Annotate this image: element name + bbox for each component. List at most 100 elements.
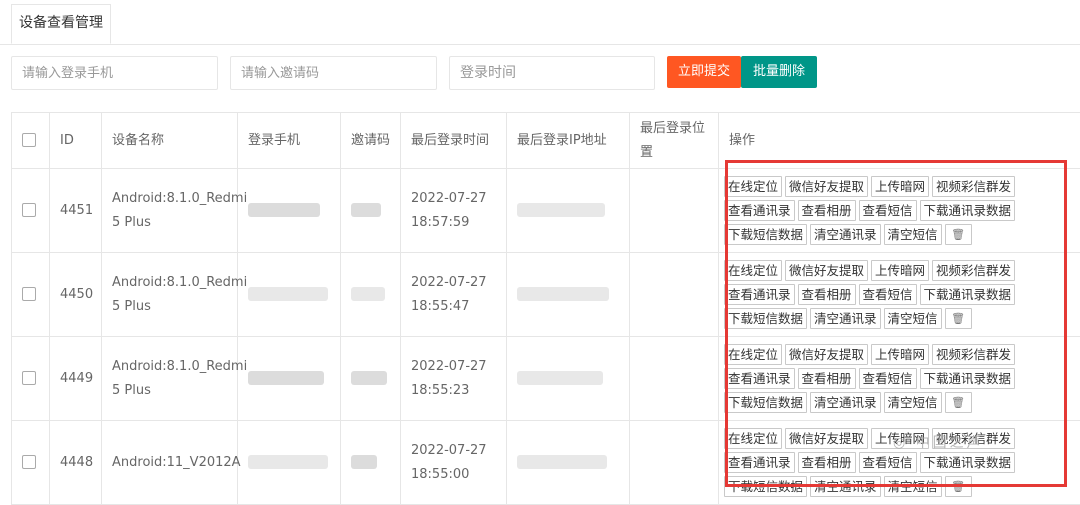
online-locate-button[interactable]: 在线定位 [724,260,782,281]
row-checkbox[interactable] [22,203,36,217]
delete-button[interactable]: 🗑 [945,476,972,497]
redacted-invite-code [351,203,381,217]
wechat-friends-button[interactable]: 微信好友提取 [785,428,868,449]
cell-id: 4450 [50,253,102,337]
view-sms-button[interactable]: 查看短信 [859,284,917,305]
bulk-delete-button[interactable]: 批量删除 [741,56,817,88]
cell-last-login-time: 2022-07-2718:55:47 [401,253,507,337]
view-contacts-button[interactable]: 查看通讯录 [724,284,795,305]
video-mms-button[interactable]: 视频彩信群发 [932,260,1015,281]
redacted-phone [248,203,320,217]
trash-icon: 🗑 [951,312,965,325]
download-sms-button[interactable]: 下载短信数据 [724,392,807,413]
table-row: 4449 Android:8.1.0_Redmi 5 Plus 2022-07-… [12,337,1080,421]
delete-button[interactable]: 🗑 [945,224,972,245]
header-last-login-time: 最后登录时间 [401,113,507,169]
invite-code-input[interactable] [230,56,437,90]
login-time-input[interactable] [449,56,655,90]
download-contacts-button[interactable]: 下载通讯录数据 [920,284,1016,305]
online-locate-button[interactable]: 在线定位 [724,428,782,449]
clear-sms-button[interactable]: 清空短信 [884,392,942,413]
download-sms-button[interactable]: 下载短信数据 [724,224,807,245]
clear-sms-button[interactable]: 清空短信 [884,224,942,245]
clear-contacts-button[interactable]: 清空通讯录 [810,392,881,413]
upload-darknet-button[interactable]: 上传暗网 [871,176,929,197]
cell-device-name: Android:8.1.0_Redmi 5 Plus [102,169,238,253]
trash-icon: 🗑 [951,228,965,241]
login-time: 18:55:47 [411,299,469,314]
cell-last-login-time: 2022-07-27 18:55:23 [401,337,507,421]
row-checkbox[interactable] [22,455,36,469]
submit-button[interactable]: 立即提交 [667,56,741,88]
view-album-button[interactable]: 查看相册 [798,284,856,305]
select-all-cell[interactable] [12,113,50,169]
clear-contacts-button[interactable]: 清空通讯录 [810,476,881,497]
table-row: 4450 Android:8.1.0_Redmi 5 Plus 2022-07-… [12,253,1080,337]
cell-device-name: Android:8.1.0_Redmi 5 Plus [102,253,238,337]
cell-id: 4449 [50,337,102,421]
clear-sms-button[interactable]: 清空短信 [884,476,942,497]
clear-contacts-button[interactable]: 清空通讯录 [810,308,881,329]
tab-device-management[interactable]: 设备查看管理 [11,4,111,44]
row-checkbox[interactable] [22,371,36,385]
online-locate-button[interactable]: 在线定位 [724,176,782,197]
login-time: 18:55:23 [411,383,469,398]
table-header-row: ID 设备名称 登录手机 邀请码 最后登录时间 最后登录IP地址 最后登录位置 … [12,113,1080,169]
view-album-button[interactable]: 查看相册 [798,368,856,389]
redacted-ip [517,455,607,469]
login-date: 2022-07-27 [411,191,487,206]
view-sms-button[interactable]: 查看短信 [859,452,917,473]
wechat-friends-button[interactable]: 微信好友提取 [785,344,868,365]
cell-last-login-time: 2022-07-2718:57:59 [401,169,507,253]
header-login-phone: 登录手机 [238,113,341,169]
watermark: ◎ 中国之声 [893,432,984,452]
header-device-name: 设备名称 [102,113,238,169]
redacted-ip [517,371,603,385]
clear-sms-button[interactable]: 清空短信 [884,308,942,329]
download-contacts-button[interactable]: 下载通讯录数据 [920,368,1016,389]
select-all-checkbox[interactable] [22,133,36,147]
delete-button[interactable]: 🗑 [945,392,972,413]
redacted-phone [248,455,328,469]
header-invite-code: 邀请码 [341,113,401,169]
delete-button[interactable]: 🗑 [945,308,972,329]
view-contacts-button[interactable]: 查看通讯录 [724,200,795,221]
redacted-ip [517,203,605,217]
video-mms-button[interactable]: 视频彩信群发 [932,344,1015,365]
upload-darknet-button[interactable]: 上传暗网 [871,344,929,365]
cell-actions: 在线定位 微信好友提取 上传暗网 视频彩信群发 查看通讯录 查看相册 查看短信 … [719,169,1080,253]
clear-contacts-button[interactable]: 清空通讯录 [810,224,881,245]
view-album-button[interactable]: 查看相册 [798,200,856,221]
cell-id: 4451 [50,169,102,253]
download-sms-button[interactable]: 下载短信数据 [724,308,807,329]
view-album-button[interactable]: 查看相册 [798,452,856,473]
login-date: 2022-07-27 [411,359,487,374]
download-contacts-button[interactable]: 下载通讯录数据 [920,200,1016,221]
video-mms-button[interactable]: 视频彩信群发 [932,176,1015,197]
redacted-phone [248,287,328,301]
wechat-friends-button[interactable]: 微信好友提取 [785,260,868,281]
login-phone-input[interactable] [11,56,218,90]
cell-last-login-time: 2022-07-2718:55:00 [401,421,507,505]
row-checkbox[interactable] [22,287,36,301]
header-last-login-ip: 最后登录IP地址 [507,113,630,169]
redacted-invite-code [351,287,385,301]
view-contacts-button[interactable]: 查看通讯录 [724,452,795,473]
download-sms-button[interactable]: 下载短信数据 [724,476,807,497]
header-actions: 操作 [719,113,1080,169]
cell-location [630,169,719,253]
cell-location [630,253,719,337]
cell-device-name: Android:8.1.0_Redmi 5 Plus [102,337,238,421]
cell-device-name: Android:11_V2012A [102,421,238,505]
upload-darknet-button[interactable]: 上传暗网 [871,260,929,281]
view-sms-button[interactable]: 查看短信 [859,200,917,221]
header-last-login-location: 最后登录位置 [630,113,719,169]
online-locate-button[interactable]: 在线定位 [724,344,782,365]
redacted-invite-code [351,371,387,385]
view-sms-button[interactable]: 查看短信 [859,368,917,389]
login-time: 18:55:00 [411,467,469,482]
download-contacts-button[interactable]: 下载通讯录数据 [920,452,1016,473]
trash-icon: 🗑 [951,480,965,493]
wechat-friends-button[interactable]: 微信好友提取 [785,176,868,197]
view-contacts-button[interactable]: 查看通讯录 [724,368,795,389]
